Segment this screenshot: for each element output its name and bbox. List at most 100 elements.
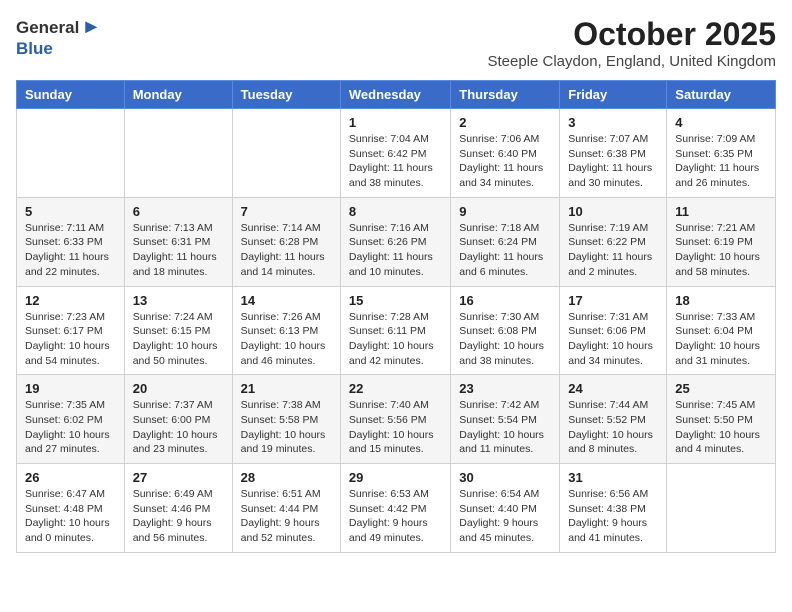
day-number: 11 <box>675 204 767 219</box>
location-subtitle: Steeple Claydon, England, United Kingdom <box>487 53 776 70</box>
calendar-cell <box>667 464 776 553</box>
calendar-week-4: 26Sunrise: 6:47 AM Sunset: 4:48 PM Dayli… <box>17 464 776 553</box>
calendar-week-0: 1Sunrise: 7:04 AM Sunset: 6:42 PM Daylig… <box>17 109 776 198</box>
day-info: Sunrise: 7:23 AM Sunset: 6:17 PM Dayligh… <box>25 310 116 369</box>
day-info: Sunrise: 7:16 AM Sunset: 6:26 PM Dayligh… <box>349 221 442 280</box>
day-info: Sunrise: 6:51 AM Sunset: 4:44 PM Dayligh… <box>241 487 332 546</box>
day-info: Sunrise: 7:11 AM Sunset: 6:33 PM Dayligh… <box>25 221 116 280</box>
day-info: Sunrise: 7:19 AM Sunset: 6:22 PM Dayligh… <box>568 221 658 280</box>
day-number: 22 <box>349 381 442 396</box>
calendar-cell: 9 Sunrise: 7:18 AM Sunset: 6:24 PM Daylig… <box>451 197 560 286</box>
day-number: 9 <box>459 204 551 219</box>
calendar-cell: 17 Sunrise: 7:31 AM Sunset: 6:06 PM Dayli… <box>560 286 667 375</box>
day-number: 14 <box>241 293 332 308</box>
calendar-cell: 10 Sunrise: 7:19 AM Sunset: 6:22 PM Dayli… <box>560 197 667 286</box>
day-info: Sunrise: 7:18 AM Sunset: 6:24 PM Dayligh… <box>459 221 551 280</box>
day-info: Sunrise: 7:30 AM Sunset: 6:08 PM Dayligh… <box>459 310 551 369</box>
title-section: October 2025 Steeple Claydon, England, U… <box>487 16 776 70</box>
calendar-cell: 6 Sunrise: 7:13 AM Sunset: 6:31 PM Daylig… <box>124 197 232 286</box>
day-info: Sunrise: 7:31 AM Sunset: 6:06 PM Dayligh… <box>568 310 658 369</box>
day-info: Sunrise: 6:56 AM Sunset: 4:38 PM Dayligh… <box>568 487 658 546</box>
day-header-tuesday: Tuesday <box>232 81 340 109</box>
calendar-cell: 15Sunrise: 7:28 AM Sunset: 6:11 PM Dayli… <box>340 286 450 375</box>
day-info: Sunrise: 7:04 AM Sunset: 6:42 PM Dayligh… <box>349 132 442 191</box>
calendar-header: SundayMondayTuesdayWednesdayThursdayFrid… <box>17 81 776 109</box>
calendar-cell: 8 Sunrise: 7:16 AM Sunset: 6:26 PM Daylig… <box>340 197 450 286</box>
logo: General ► Blue <box>16 16 101 59</box>
calendar-week-1: 5 Sunrise: 7:11 AM Sunset: 6:33 PM Daylig… <box>17 197 776 286</box>
calendar-body: 1Sunrise: 7:04 AM Sunset: 6:42 PM Daylig… <box>17 109 776 553</box>
calendar-cell: 22 Sunrise: 7:40 AM Sunset: 5:56 PM Dayli… <box>340 375 450 464</box>
day-info: Sunrise: 7:44 AM Sunset: 5:52 PM Dayligh… <box>568 398 658 457</box>
day-info: Sunrise: 7:35 AM Sunset: 6:02 PM Dayligh… <box>25 398 116 457</box>
day-header-thursday: Thursday <box>451 81 560 109</box>
day-header-wednesday: Wednesday <box>340 81 450 109</box>
day-number: 18 <box>675 293 767 308</box>
day-info: Sunrise: 7:14 AM Sunset: 6:28 PM Dayligh… <box>241 221 332 280</box>
day-number: 7 <box>241 204 332 219</box>
logo-blue: Blue <box>16 39 53 58</box>
logo-general: General <box>16 18 79 38</box>
calendar-cell: 5 Sunrise: 7:11 AM Sunset: 6:33 PM Daylig… <box>17 197 125 286</box>
day-info: Sunrise: 6:53 AM Sunset: 4:42 PM Dayligh… <box>349 487 442 546</box>
day-info: Sunrise: 7:26 AM Sunset: 6:13 PM Dayligh… <box>241 310 332 369</box>
calendar-cell: 26Sunrise: 6:47 AM Sunset: 4:48 PM Dayli… <box>17 464 125 553</box>
calendar-cell: 27Sunrise: 6:49 AM Sunset: 4:46 PM Dayli… <box>124 464 232 553</box>
calendar-week-2: 12Sunrise: 7:23 AM Sunset: 6:17 PM Dayli… <box>17 286 776 375</box>
day-info: Sunrise: 7:13 AM Sunset: 6:31 PM Dayligh… <box>133 221 224 280</box>
calendar-cell: 25 Sunrise: 7:45 AM Sunset: 5:50 PM Dayli… <box>667 375 776 464</box>
calendar-table: SundayMondayTuesdayWednesdayThursdayFrid… <box>16 80 776 553</box>
day-number: 21 <box>241 381 332 396</box>
day-info: Sunrise: 7:28 AM Sunset: 6:11 PM Dayligh… <box>349 310 442 369</box>
day-number: 23 <box>459 381 551 396</box>
calendar-cell: 20 Sunrise: 7:37 AM Sunset: 6:00 PM Dayli… <box>124 375 232 464</box>
day-header-sunday: Sunday <box>17 81 125 109</box>
day-number: 26 <box>25 470 116 485</box>
day-number: 13 <box>133 293 224 308</box>
day-info: Sunrise: 7:09 AM Sunset: 6:35 PM Dayligh… <box>675 132 767 191</box>
day-number: 25 <box>675 381 767 396</box>
day-info: Sunrise: 7:37 AM Sunset: 6:00 PM Dayligh… <box>133 398 224 457</box>
day-number: 31 <box>568 470 658 485</box>
day-number: 28 <box>241 470 332 485</box>
day-number: 29 <box>349 470 442 485</box>
day-header-friday: Friday <box>560 81 667 109</box>
calendar-cell: 31 Sunrise: 6:56 AM Sunset: 4:38 PM Dayli… <box>560 464 667 553</box>
day-number: 30 <box>459 470 551 485</box>
calendar-week-3: 19 Sunrise: 7:35 AM Sunset: 6:02 PM Dayli… <box>17 375 776 464</box>
day-info: Sunrise: 7:33 AM Sunset: 6:04 PM Dayligh… <box>675 310 767 369</box>
day-info: Sunrise: 7:45 AM Sunset: 5:50 PM Dayligh… <box>675 398 767 457</box>
day-number: 27 <box>133 470 224 485</box>
day-number: 10 <box>568 204 658 219</box>
logo-icon: ► <box>81 16 101 39</box>
calendar-cell <box>232 109 340 198</box>
day-info: Sunrise: 7:07 AM Sunset: 6:38 PM Dayligh… <box>568 132 658 191</box>
day-info: Sunrise: 7:38 AM Sunset: 5:58 PM Dayligh… <box>241 398 332 457</box>
day-header-saturday: Saturday <box>667 81 776 109</box>
day-number: 24 <box>568 381 658 396</box>
day-info: Sunrise: 7:42 AM Sunset: 5:54 PM Dayligh… <box>459 398 551 457</box>
month-title: October 2025 <box>487 16 776 53</box>
calendar-cell: 18 Sunrise: 7:33 AM Sunset: 6:04 PM Dayli… <box>667 286 776 375</box>
calendar-cell: 12Sunrise: 7:23 AM Sunset: 6:17 PM Dayli… <box>17 286 125 375</box>
day-number: 6 <box>133 204 224 219</box>
calendar-cell: 16Sunrise: 7:30 AM Sunset: 6:08 PM Dayli… <box>451 286 560 375</box>
calendar-cell: 23 Sunrise: 7:42 AM Sunset: 5:54 PM Dayli… <box>451 375 560 464</box>
header-row: SundayMondayTuesdayWednesdayThursdayFrid… <box>17 81 776 109</box>
day-number: 19 <box>25 381 116 396</box>
calendar-cell: 1Sunrise: 7:04 AM Sunset: 6:42 PM Daylig… <box>340 109 450 198</box>
calendar-cell <box>124 109 232 198</box>
calendar-cell: 3Sunrise: 7:07 AM Sunset: 6:38 PM Daylig… <box>560 109 667 198</box>
day-number: 5 <box>25 204 116 219</box>
calendar-cell <box>17 109 125 198</box>
day-info: Sunrise: 6:54 AM Sunset: 4:40 PM Dayligh… <box>459 487 551 546</box>
day-number: 8 <box>349 204 442 219</box>
calendar-cell: 2 Sunrise: 7:06 AM Sunset: 6:40 PM Daylig… <box>451 109 560 198</box>
day-number: 17 <box>568 293 658 308</box>
day-info: Sunrise: 7:06 AM Sunset: 6:40 PM Dayligh… <box>459 132 551 191</box>
day-number: 2 <box>459 115 551 130</box>
day-info: Sunrise: 7:40 AM Sunset: 5:56 PM Dayligh… <box>349 398 442 457</box>
day-number: 20 <box>133 381 224 396</box>
calendar-cell: 24 Sunrise: 7:44 AM Sunset: 5:52 PM Dayli… <box>560 375 667 464</box>
day-info: Sunrise: 7:24 AM Sunset: 6:15 PM Dayligh… <box>133 310 224 369</box>
